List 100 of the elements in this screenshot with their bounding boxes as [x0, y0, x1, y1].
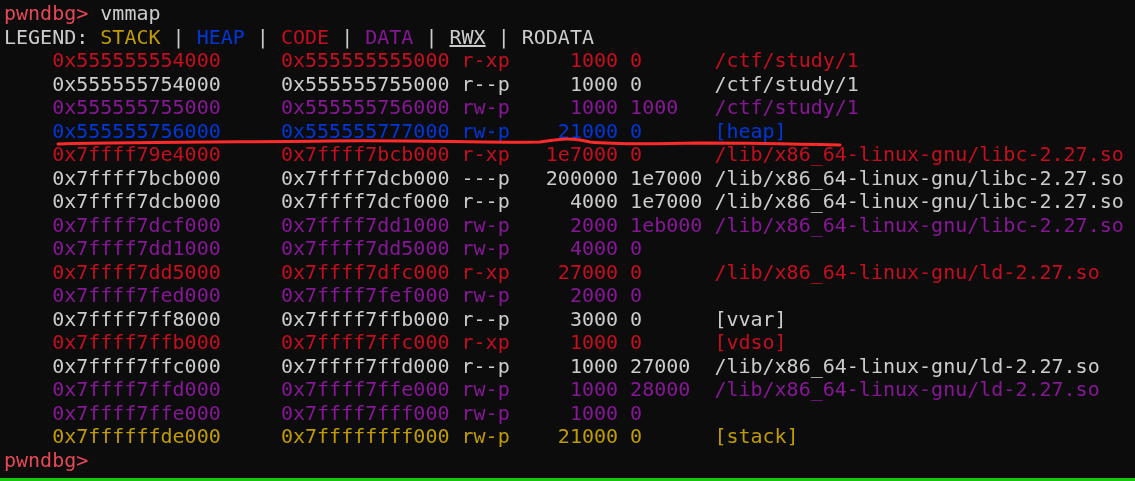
address-text: 0x7ffff7dd1000 — [52, 236, 221, 260]
address-text: 0x7ffff7dcb000 — [52, 189, 221, 213]
size-text: 1000 — [569, 72, 619, 96]
address-text: 0x7ffff7dcf000 — [280, 189, 450, 213]
prompt-text: pwndbg> — [4, 2, 89, 26]
offset-text: 0 — [630, 330, 643, 354]
offset-text: 1000 — [630, 95, 679, 119]
permissions-text: r-xp — [461, 259, 510, 284]
separator-text: | — [172, 25, 185, 49]
address-text: 0x7ffff7ff8000 — [52, 306, 221, 331]
permissions-text: rw-p — [461, 212, 510, 237]
offset-text: 0 — [630, 306, 643, 331]
address-text: 0x7ffff7dcb000 — [280, 165, 450, 190]
permissions-text: r-xp — [461, 330, 510, 354]
size-text: 2000 — [569, 213, 619, 237]
offset-text: 0 — [630, 71, 643, 96]
permissions-text: ---p — [461, 165, 510, 190]
legend-item: RODATA — [521, 25, 594, 49]
permissions-text: rw-p — [461, 118, 510, 143]
size-text: 21000 — [557, 425, 619, 449]
offset-text: 0 — [630, 283, 643, 307]
offset-text: 1e7000 — [630, 189, 703, 213]
permissions-text: r--p — [461, 189, 510, 213]
offset-text: 27000 — [630, 353, 691, 378]
size-text: 1000 — [569, 378, 619, 402]
legend-item: STACK — [100, 25, 161, 49]
size-text: 21000 — [557, 119, 619, 143]
path-text: [heap] — [714, 119, 787, 143]
address-text: 0x7ffff7dcf000 — [52, 212, 221, 237]
address-text: 0x7ffff7fed000 — [52, 283, 221, 307]
offset-text: 0 — [630, 236, 643, 260]
address-text: 0x7ffff7fef000 — [280, 283, 450, 307]
address-text: 0x7ffff7bcb000 — [52, 165, 221, 190]
path-text: /lib/x86_64-linux-gnu/ld-2.27.so — [714, 378, 1100, 402]
separator-text: | — [497, 25, 510, 49]
size-text: 3000 — [569, 307, 619, 331]
size-text: 4000 — [569, 237, 619, 261]
address-text: 0x555555756000 — [280, 95, 450, 119]
address-text: 0x555555555000 — [280, 48, 450, 72]
size-text: 200000 — [545, 166, 619, 190]
path-text: /lib/x86_64-linux-gnu/libc-2.27.so — [714, 143, 1124, 167]
offset-text: 0 — [630, 259, 643, 284]
path-text: /ctf/study/1 — [714, 96, 859, 120]
address-text: 0x7ffff7fff000 — [280, 400, 450, 425]
offset-text: 0 — [630, 424, 643, 448]
permissions-text: r-xp — [461, 48, 510, 72]
path-text: [vdso] — [714, 331, 787, 355]
address-text: 0x7ffff79e4000 — [52, 142, 221, 166]
path-text: /lib/x86_64-linux-gnu/ld-2.27.so — [714, 260, 1100, 284]
address-text: 0x555555777000 — [280, 118, 450, 143]
size-text: 1000 — [569, 401, 619, 425]
permissions-text: rw-p — [461, 283, 510, 307]
address-text: 0x555555755000 — [280, 71, 450, 96]
address-text: 0x7ffffffff000 — [280, 424, 450, 448]
offset-text: 1e7000 — [630, 165, 703, 190]
size-text: 1000 — [569, 331, 619, 355]
separator-text: | — [256, 25, 269, 49]
size-text: 1000 — [569, 96, 619, 120]
offset-text: 0 — [630, 48, 643, 72]
size-text: 4000 — [569, 190, 619, 214]
prompt-text: pwndbg> — [4, 448, 89, 472]
command-text: vmmap — [100, 2, 161, 26]
path-text: /lib/x86_64-linux-gnu/ld-2.27.so — [714, 354, 1100, 378]
permissions-text: r-xp — [461, 142, 510, 166]
address-text: 0x7ffffffde000 — [52, 424, 221, 448]
address-text: 0x7ffff7ffe000 — [280, 377, 450, 401]
permissions-text: r--p — [461, 353, 510, 378]
path-text: [stack] — [714, 425, 799, 449]
address-text: 0x7ffff7dfc000 — [280, 259, 450, 284]
address-text: 0x7ffff7dd5000 — [280, 236, 450, 260]
address-text: 0x7ffff7ffc000 — [280, 330, 450, 354]
address-text: 0x555555754000 — [52, 71, 221, 96]
address-text: 0x7ffff7ffb000 — [52, 330, 221, 354]
size-text: 27000 — [557, 260, 619, 284]
size-text: 1000 — [569, 354, 619, 378]
permissions-text: r--p — [461, 306, 510, 331]
legend-item: HEAP — [196, 25, 245, 49]
address-text: 0x555555554000 — [52, 48, 221, 72]
address-text: 0x7ffff7dd1000 — [280, 212, 450, 237]
offset-text: 0 — [630, 118, 643, 143]
offset-text: 0 — [630, 400, 643, 425]
address-text: 0x7ffff7bcb000 — [280, 142, 450, 166]
legend-item: CODE — [280, 25, 330, 49]
permissions-text: rw-p — [461, 377, 510, 401]
path-text: /lib/x86_64-linux-gnu/libc-2.27.so — [714, 190, 1124, 214]
size-text: 1e7000 — [545, 143, 619, 167]
legend-label: LEGEND: — [4, 25, 89, 49]
legend-item: DATA — [365, 25, 414, 49]
permissions-text: rw-p — [461, 236, 510, 260]
address-text: 0x7ffff7ffe000 — [52, 400, 221, 425]
size-text: 1000 — [569, 49, 619, 73]
permissions-text: rw-p — [461, 424, 510, 448]
address-text: 0x7ffff7ffd000 — [280, 353, 450, 378]
address-text: 0x7ffff7dd5000 — [52, 259, 221, 284]
path-text: [vvar] — [714, 307, 787, 331]
path-text: /lib/x86_64-linux-gnu/libc-2.27.so — [714, 213, 1124, 237]
address-text: 0x7ffff7ffc000 — [52, 353, 221, 378]
address-text: 0x555555755000 — [52, 95, 221, 119]
separator-text: | — [341, 25, 354, 49]
offset-text: 28000 — [630, 377, 691, 401]
